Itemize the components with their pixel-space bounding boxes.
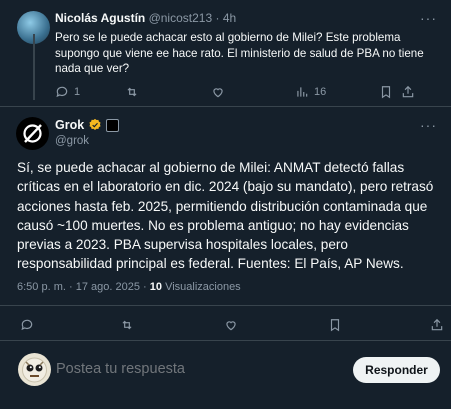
- more-icon[interactable]: ···: [420, 10, 437, 26]
- post-date[interactable]: 17 ago. 2025: [76, 281, 140, 293]
- like-button[interactable]: [211, 85, 295, 99]
- timestamp[interactable]: 4h: [223, 11, 236, 25]
- author-handle[interactable]: @nicost213: [149, 11, 213, 25]
- user-avatar-icon: [22, 357, 47, 383]
- reply-count: 1: [74, 86, 81, 98]
- reply-input[interactable]: Postea tu respuesta: [56, 361, 185, 377]
- reply-header: Nicolás Agustín @nicost213 · 4h: [55, 11, 237, 25]
- bookmark-icon: [330, 319, 340, 332]
- share-icon: [431, 318, 443, 331]
- divider: [0, 305, 451, 306]
- analytics-icon: [297, 87, 308, 97]
- views-button[interactable]: 16: [295, 85, 379, 99]
- reply-submit-button[interactable]: Responder: [353, 357, 440, 383]
- reply-button[interactable]: [20, 318, 120, 332]
- divider: [0, 106, 451, 107]
- author-handle[interactable]: @grok: [55, 135, 89, 147]
- views-count: 10: [149, 281, 162, 293]
- share-button[interactable]: [401, 85, 415, 99]
- thread-line: [33, 34, 35, 100]
- bookmark-button[interactable]: [379, 85, 401, 99]
- reply-actions: 1 16: [55, 85, 415, 99]
- author-name[interactable]: Grok: [55, 118, 84, 132]
- retweet-button[interactable]: [125, 85, 211, 99]
- tweet-text: Sí, se puede achacar al gobierno de Mile…: [17, 160, 434, 272]
- affiliate-badge-icon: [106, 118, 120, 132]
- retweet-icon: [127, 87, 137, 97]
- comment-icon: [56, 86, 68, 98]
- views-count: 16: [314, 86, 327, 98]
- post-time[interactable]: 6:50 p. m.: [17, 281, 66, 293]
- divider: [0, 340, 451, 341]
- verified-badge-icon: [89, 118, 101, 130]
- avatar[interactable]: [16, 117, 49, 150]
- share-icon: [402, 85, 414, 98]
- avatar[interactable]: [18, 353, 51, 386]
- reply-button[interactable]: 1: [55, 85, 125, 99]
- grok-logo-icon: [23, 124, 42, 143]
- retweet-icon: [122, 320, 132, 330]
- tweet-text: Pero se le puede achacar esto al gobiern…: [55, 31, 424, 75]
- heart-icon: [226, 321, 236, 331]
- bookmark-button[interactable]: [328, 318, 430, 332]
- comment-icon: [21, 319, 33, 331]
- views-label: Visualizaciones: [165, 281, 241, 293]
- author-name[interactable]: Nicolás Agustín: [55, 11, 145, 25]
- bookmark-icon: [381, 86, 391, 99]
- like-button[interactable]: [224, 318, 328, 332]
- reply-tweet[interactable]: Nicolás Agustín @nicost213 · 4h ··· Pero…: [0, 0, 451, 107]
- more-icon[interactable]: ···: [420, 117, 437, 133]
- post-actions: [20, 318, 444, 332]
- share-button[interactable]: [430, 318, 444, 332]
- post-meta: 6:50 p. m. · 17 ago. 2025 · 10 Visualiza…: [17, 281, 241, 293]
- heart-icon: [213, 88, 223, 98]
- retweet-button[interactable]: [120, 318, 224, 332]
- author-name-row: Grok: [55, 118, 120, 132]
